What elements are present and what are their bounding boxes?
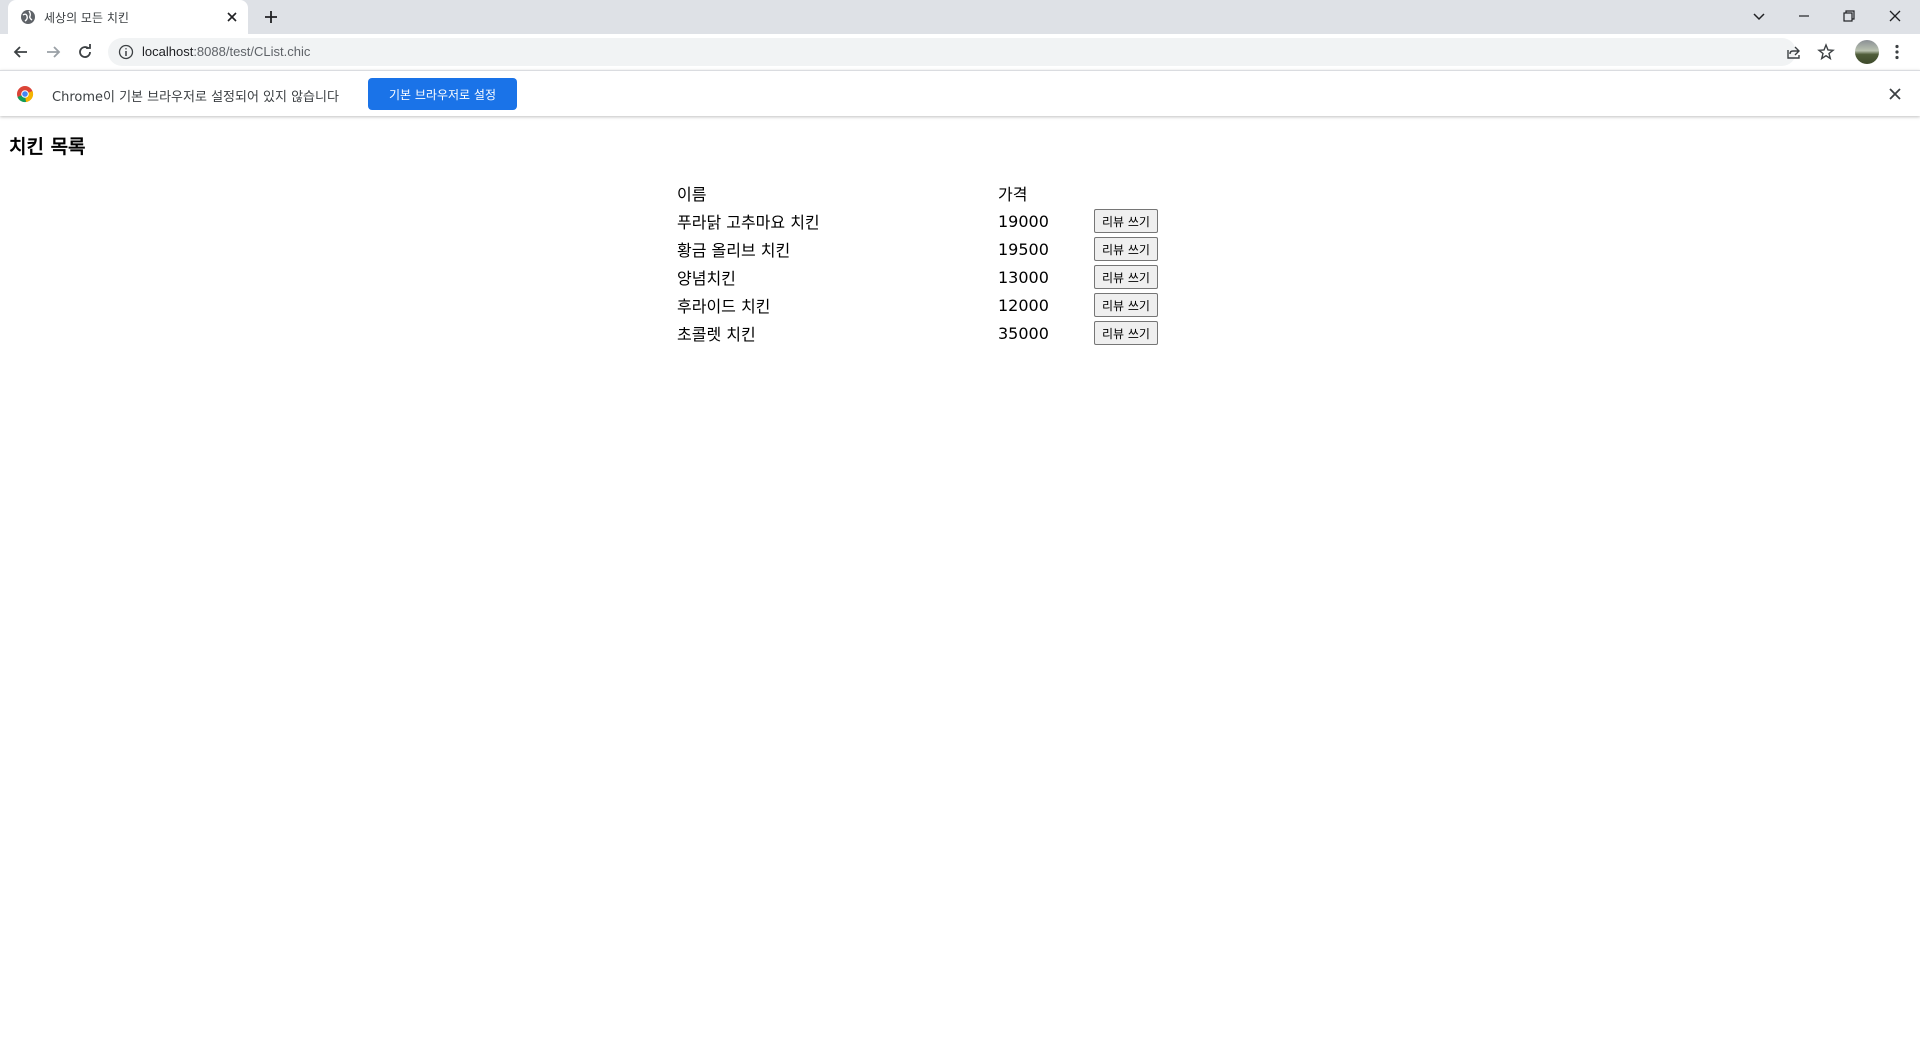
review-cell: 리뷰 쓰기 (1093, 264, 1169, 290)
review-cell: 리뷰 쓰기 (1093, 320, 1169, 346)
table-header-row: 이름 가격 (676, 180, 1169, 206)
tab-strip: 세상의 모든 치킨 (0, 0, 1920, 34)
write-review-button[interactable]: 리뷰 쓰기 (1094, 265, 1158, 289)
table-row: 양념치킨 13000 리뷰 쓰기 (676, 264, 1169, 290)
set-default-browser-button[interactable]: 기본 브라우저로 설정 (368, 78, 517, 110)
chicken-price: 19000 (998, 211, 1049, 231)
browser-tab[interactable]: 세상의 모든 치킨 (8, 0, 248, 34)
close-icon[interactable] (224, 9, 240, 25)
review-cell: 리뷰 쓰기 (1093, 292, 1169, 318)
table-row: 푸라닭 고추마요 치킨 19000 리뷰 쓰기 (676, 208, 1169, 234)
chicken-price: 13000 (998, 267, 1049, 287)
header-name: 이름 (677, 185, 707, 204)
close-icon[interactable] (1886, 7, 1904, 25)
reload-icon[interactable] (76, 43, 94, 61)
write-review-button[interactable]: 리뷰 쓰기 (1094, 293, 1158, 317)
chicken-name: 황금 올리브 치킨 (677, 241, 791, 260)
write-review-button[interactable]: 리뷰 쓰기 (1094, 209, 1158, 233)
table-row: 황금 올리브 치킨 19500 리뷰 쓰기 (676, 236, 1169, 262)
minimize-icon[interactable] (1795, 7, 1813, 25)
default-browser-infobar: Chrome이 기본 브라우저로 설정되어 있지 않습니다 기본 브라우저로 설… (0, 70, 1920, 116)
share-icon[interactable] (1785, 43, 1803, 61)
chicken-price: 35000 (998, 323, 1049, 343)
page-title: 치킨 목록 (9, 136, 86, 158)
review-cell: 리뷰 쓰기 (1093, 236, 1169, 262)
restore-icon[interactable] (1840, 7, 1858, 25)
menu-icon[interactable] (1888, 43, 1906, 61)
chicken-price: 19500 (998, 239, 1049, 259)
header-action (1093, 180, 1169, 206)
info-icon[interactable] (118, 44, 134, 60)
address-bar[interactable]: localhost:8088/test/CList.chic (108, 38, 1835, 66)
close-icon[interactable] (1886, 85, 1904, 103)
infobar-message: Chrome이 기본 브라우저로 설정되어 있지 않습니다 (52, 90, 339, 105)
chrome-logo-icon (17, 86, 34, 103)
chicken-name: 양념치킨 (677, 269, 736, 288)
url-text[interactable]: localhost:8088/test/CList.chic (142, 44, 310, 59)
review-cell: 리뷰 쓰기 (1093, 208, 1169, 234)
avatar[interactable] (1855, 40, 1879, 64)
back-icon[interactable] (12, 43, 30, 61)
url-path: :8088/test/CList.chic (193, 44, 311, 59)
chicken-name: 초콜렛 치킨 (677, 325, 756, 344)
plus-icon[interactable] (262, 8, 280, 26)
forward-icon[interactable] (44, 43, 62, 61)
chevron-down-icon[interactable] (1750, 7, 1768, 25)
write-review-button[interactable]: 리뷰 쓰기 (1094, 237, 1158, 261)
table-row: 초콜렛 치킨 35000 리뷰 쓰기 (676, 320, 1169, 346)
header-price: 가격 (998, 185, 1028, 204)
write-review-button[interactable]: 리뷰 쓰기 (1094, 321, 1158, 345)
browser-toolbar: localhost:8088/test/CList.chic (0, 34, 1920, 70)
star-icon[interactable] (1817, 43, 1835, 61)
url-host: localhost (142, 44, 194, 59)
chicken-price: 12000 (998, 295, 1049, 315)
chicken-name: 후라이드 치킨 (677, 297, 771, 316)
chicken-name: 푸라닭 고추마요 치킨 (677, 213, 820, 232)
tab-title: 세상의 모든 치킨 (44, 11, 129, 25)
globe-icon (21, 10, 35, 24)
chicken-table: 이름 가격 푸라닭 고추마요 치킨 19000 리뷰 쓰기 황금 올리브 치킨 … (674, 178, 1171, 348)
table-row: 후라이드 치킨 12000 리뷰 쓰기 (676, 292, 1169, 318)
